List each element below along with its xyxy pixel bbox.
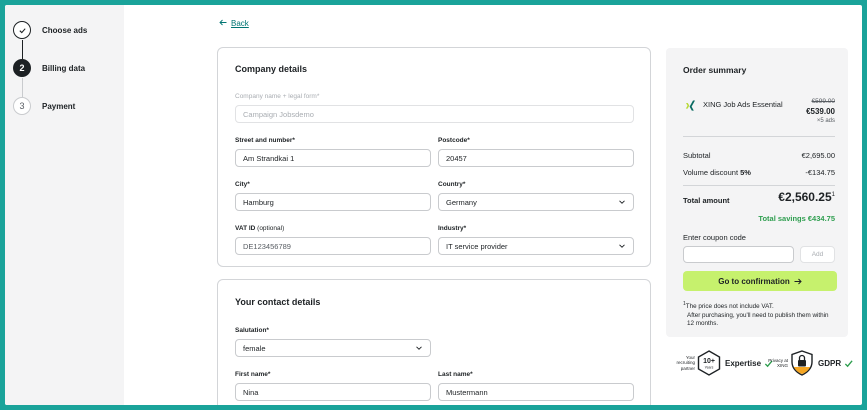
chevron-down-icon (619, 244, 625, 248)
old-price: €599.00 (811, 98, 836, 105)
step-payment: 3 Payment (13, 97, 75, 115)
expertise-hexagon-icon: 10+ Years (697, 350, 721, 376)
gdpr-caption: Privacy at XING (768, 357, 788, 369)
card-title: Company details (235, 64, 308, 74)
divider (683, 185, 835, 186)
country-label: Country* (438, 181, 466, 188)
postcode-field[interactable]: 20457 (438, 149, 634, 167)
confirm-label: Go to confirmation (718, 276, 790, 286)
expertise-caption: Your recruiting partner (676, 354, 695, 371)
coupon-label: Enter coupon code (683, 233, 746, 242)
company-name-field: Campaign Jobsdemo (235, 105, 634, 123)
first-name-label: First name* (235, 371, 271, 378)
company-details-card: Company details Company name + legal for… (217, 47, 651, 267)
arrow-left-icon (219, 19, 227, 28)
price-footnote: 1The price does not include VAT. After p… (683, 301, 829, 328)
industry-select[interactable]: IT service provider (438, 237, 634, 255)
chevron-down-icon (416, 346, 422, 350)
last-name-label: Last name* (438, 371, 473, 378)
step-number: 3 (13, 97, 31, 115)
industry-label: Industry* (438, 225, 467, 232)
step-choose-ads[interactable]: Choose ads (13, 21, 87, 39)
new-price: €539.00 (806, 107, 835, 116)
step-number: 2 (13, 59, 31, 77)
back-link[interactable]: Back (219, 19, 249, 28)
street-field[interactable]: Am Strandkai 1 (235, 149, 431, 167)
add-coupon-button[interactable]: Add (800, 246, 835, 263)
app-frame: Choose ads 2 Billing data 3 Payment Back… (5, 5, 862, 405)
expertise-label: Expertise (725, 358, 762, 368)
country-value: Germany (446, 197, 477, 207)
gdpr-label: GDPR (818, 358, 842, 368)
subtotal-value: €2,695.00 (801, 151, 835, 160)
quantity: ×5 ads (816, 118, 835, 124)
salutation-label: Salutation* (235, 327, 269, 334)
salutation-select[interactable]: female (235, 339, 431, 357)
shield-lock-icon (791, 350, 813, 376)
last-name-field[interactable]: Mustermann (438, 383, 634, 401)
expertise-badge: Your recruiting partner 10+ Years Expert… (667, 350, 773, 376)
discount-label: Volume discount 5% (683, 168, 751, 177)
expertise-years-sub: Years (705, 366, 714, 370)
stepper-sidebar: Choose ads 2 Billing data 3 Payment (5, 5, 124, 405)
country-select[interactable]: Germany (438, 193, 634, 211)
check-icon (13, 21, 31, 39)
check-icon (844, 359, 853, 367)
step-label: Payment (42, 101, 76, 111)
city-label: City* (235, 181, 250, 188)
arrow-right-icon (794, 278, 802, 284)
total-value: €2,560.251 (778, 190, 835, 204)
contact-details-card: Your contact details Salutation* female … (217, 279, 651, 405)
company-name-label: Company name + legal form* (235, 93, 320, 100)
back-label: Back (231, 19, 249, 28)
go-to-confirmation-button[interactable]: Go to confirmation (683, 271, 837, 291)
xing-logo-icon (685, 100, 695, 111)
total-label: Total amount (683, 196, 730, 205)
step-label: Choose ads (42, 25, 88, 35)
subtotal-label: Subtotal (683, 151, 711, 160)
vat-label: VAT ID (optional) (235, 225, 285, 232)
first-name-field[interactable]: Nina (235, 383, 431, 401)
expertise-years: 10+ (703, 358, 715, 365)
divider (683, 136, 835, 137)
step-billing-data: 2 Billing data (13, 59, 85, 77)
chevron-down-icon (619, 200, 625, 204)
industry-value: IT service provider (446, 241, 508, 251)
gdpr-badge: Privacy at XING GDPR (764, 350, 853, 376)
total-savings: Total savings €434.75 (758, 214, 835, 223)
discount-value: -€134.75 (805, 168, 835, 177)
step-connector (21, 78, 23, 97)
step-connector (21, 40, 23, 59)
coupon-input[interactable] (683, 246, 794, 263)
step-label: Billing data (42, 63, 86, 73)
postcode-label: Postcode* (438, 137, 470, 144)
city-field[interactable]: Hamburg (235, 193, 431, 211)
salutation-value: female (243, 343, 266, 353)
summary-title: Order summary (683, 65, 747, 75)
vat-field[interactable]: DE123456789 (235, 237, 431, 255)
street-label: Street and number* (235, 137, 295, 144)
order-summary: Order summary XING Job Ads Essential €59… (666, 48, 848, 337)
product-name: XING Job Ads Essential (703, 100, 783, 109)
card-title: Your contact details (235, 297, 321, 307)
